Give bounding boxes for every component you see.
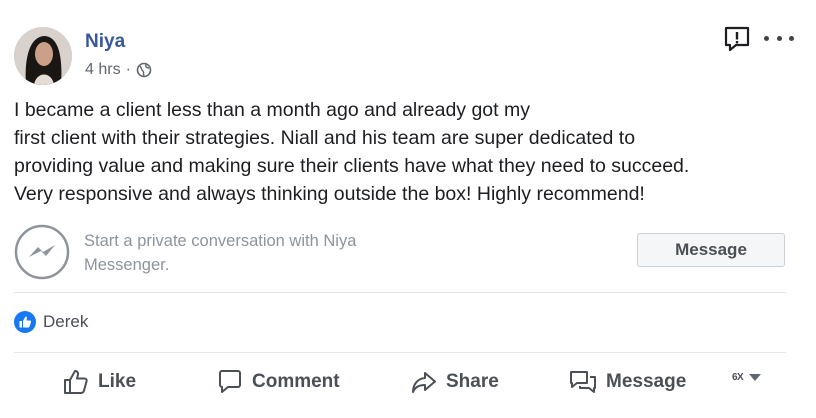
post-body-line: providing value and making sure their cl… <box>14 155 690 177</box>
audience-selector[interactable]: 6X <box>732 372 762 383</box>
chat-bubbles-icon <box>568 368 598 396</box>
messenger-icon <box>14 224 70 280</box>
reactions-summary[interactable]: Derek <box>14 311 88 333</box>
report-icon[interactable] <box>723 25 751 53</box>
messenger-prompt: Start a private conversation with Niya M… <box>84 229 356 277</box>
post-body-line: first client with their strategies. Nial… <box>14 127 636 149</box>
comment-button[interactable]: Comment <box>216 365 340 399</box>
thumbs-up-icon <box>62 368 90 396</box>
comment-icon <box>216 368 244 396</box>
meta-separator: · <box>125 61 131 78</box>
share-label: Share <box>446 371 499 392</box>
caret-down-icon <box>749 374 762 381</box>
send-message-label: Message <box>606 371 687 392</box>
post-body-line: I became a client less than a month ago … <box>14 99 530 121</box>
like-button[interactable]: Like <box>62 365 136 399</box>
share-button[interactable]: Share <box>410 365 499 399</box>
post-meta: 4 hrs · <box>85 61 152 79</box>
share-arrow-icon <box>410 368 438 396</box>
author-avatar[interactable] <box>14 27 72 85</box>
like-label: Like <box>98 371 137 392</box>
more-options-icon[interactable] <box>764 28 794 48</box>
messenger-prompt-line: Start a private conversation with Niya <box>84 232 357 250</box>
divider <box>14 352 786 353</box>
comment-label: Comment <box>252 371 340 392</box>
messenger-prompt-line: Messenger. <box>84 256 170 274</box>
audience-label: 6X <box>732 372 744 383</box>
post-body-line: Very responsive and always thinking outs… <box>14 183 645 205</box>
reactor-names[interactable]: Derek <box>43 312 88 332</box>
send-message-button[interactable]: Message <box>568 365 686 399</box>
author-name[interactable]: Niya <box>85 31 125 53</box>
message-button[interactable]: Message <box>637 233 785 267</box>
globe-icon <box>136 62 152 78</box>
divider <box>14 292 786 293</box>
post-timestamp[interactable]: 4 hrs <box>85 61 121 79</box>
post-body: I became a client less than a month ago … <box>14 96 794 208</box>
like-badge-icon <box>14 311 36 333</box>
facebook-post: Niya 4 hrs · I became a client less than… <box>0 0 816 418</box>
